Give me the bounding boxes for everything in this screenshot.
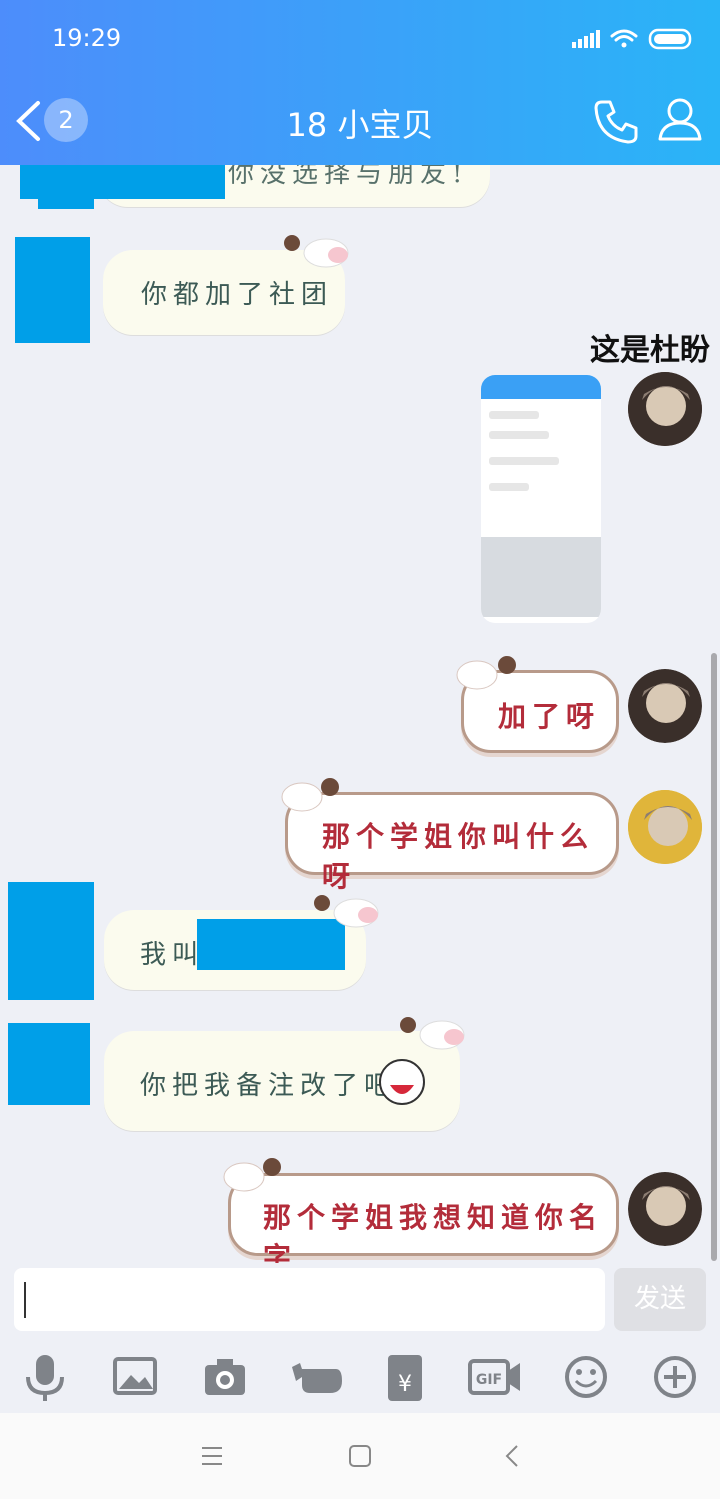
camera-icon[interactable]: [203, 1357, 247, 1397]
message-text: 你都加了社团: [141, 280, 334, 310]
phone-icon[interactable]: [594, 98, 640, 144]
sheep-decoration-icon: [314, 895, 379, 928]
avatar-self[interactable]: [628, 669, 702, 743]
sheep-decoration-icon: [456, 656, 516, 690]
microphone-icon[interactable]: [24, 1353, 66, 1403]
redacted-block: [38, 195, 94, 209]
input-toolbar: ¥ GIF: [0, 1345, 720, 1411]
gif-icon[interactable]: GIF: [468, 1357, 522, 1397]
image-icon[interactable]: [113, 1357, 157, 1397]
status-icons: [572, 28, 692, 50]
plus-icon[interactable]: [653, 1355, 697, 1399]
annotation-label: 这是杜盼: [590, 333, 710, 368]
home-icon[interactable]: [348, 1444, 372, 1468]
hand-icon[interactable]: [290, 1359, 344, 1395]
avatar[interactable]: [15, 237, 90, 343]
redacted-name: [20, 165, 225, 199]
sheep-decoration-icon: [400, 1017, 465, 1050]
shared-screenshot[interactable]: [481, 375, 601, 623]
sheep-decoration-icon: [223, 1158, 281, 1192]
svg-text:¥: ¥: [398, 1372, 412, 1397]
signal-icon: [572, 30, 600, 48]
status-time: 19:29: [52, 24, 122, 52]
message-text: 你把我备注改了吧: [140, 1071, 397, 1101]
crying-emoji-icon: [379, 1059, 425, 1105]
svg-text:GIF: GIF: [476, 1372, 502, 1388]
emoji-icon[interactable]: [564, 1355, 608, 1399]
message-text: 你没选择与朋友!: [228, 165, 469, 189]
avatar-self[interactable]: [628, 1172, 702, 1246]
text-cursor: [24, 1282, 26, 1318]
message-text: 加了呀: [498, 700, 601, 733]
menu-icon[interactable]: [200, 1445, 224, 1467]
sheep-decoration-icon: [284, 235, 349, 268]
avatar[interactable]: [8, 882, 94, 1000]
message-input[interactable]: [14, 1268, 605, 1331]
system-nav-bar: [0, 1413, 720, 1499]
send-button[interactable]: 发送: [614, 1268, 706, 1331]
avatar-self[interactable]: [628, 372, 702, 446]
wifi-icon: [610, 29, 638, 48]
back-icon[interactable]: [502, 1443, 522, 1469]
battery-icon: [648, 28, 692, 50]
avatar[interactable]: [8, 1023, 90, 1105]
red-packet-icon[interactable]: ¥: [386, 1353, 424, 1403]
scrollbar[interactable]: [711, 653, 717, 1261]
message-text: 那个学姐你叫什么呀: [322, 820, 595, 893]
profile-icon[interactable]: [658, 97, 702, 141]
message-list[interactable]: 你没选择与朋友! 你都加了社团 这是杜盼 加了呀 那个学姐你叫什么呀 我叫 你把…: [0, 165, 720, 1263]
sheep-decoration-icon: [281, 778, 339, 812]
message-text: 我叫: [140, 940, 205, 970]
chat-header: 19:29 2 18 小宝贝: [0, 0, 720, 165]
message-text: 那个学姐我想知道你名字: [263, 1201, 604, 1263]
avatar-self[interactable]: [628, 790, 702, 864]
